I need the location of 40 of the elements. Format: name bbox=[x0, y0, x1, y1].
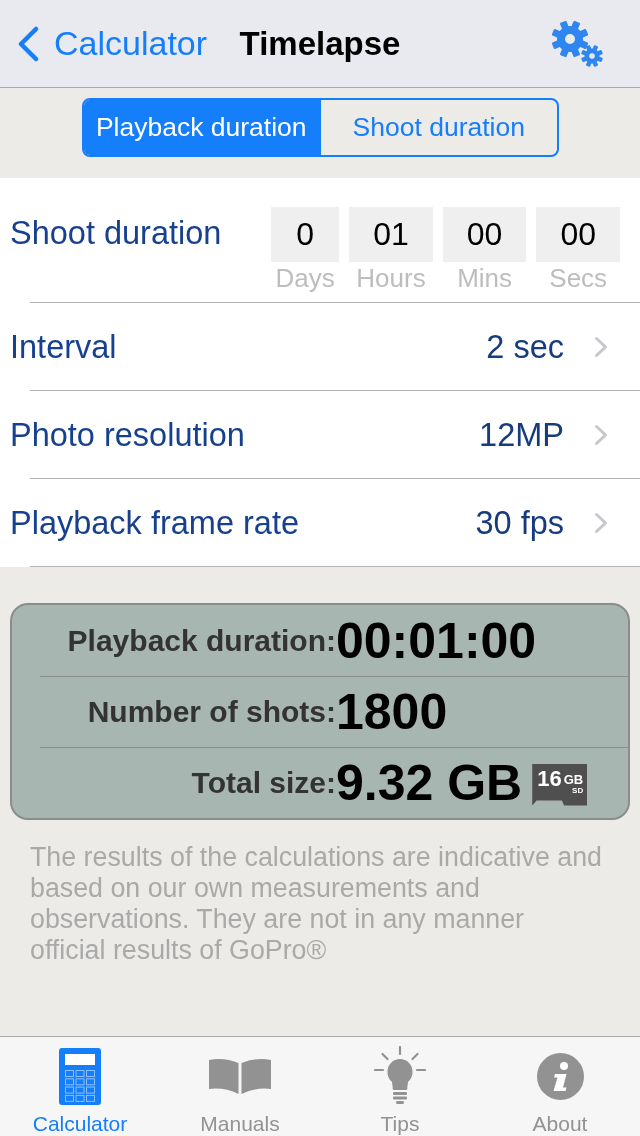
result-label: Playback duration: bbox=[66, 623, 336, 658]
chevron-right-icon bbox=[594, 424, 608, 446]
book-icon bbox=[209, 1058, 271, 1094]
nav-title: Timelapse bbox=[239, 24, 401, 63]
setting-value: 12MP bbox=[479, 416, 564, 454]
segment-tab[interactable]: Playback duration bbox=[83, 100, 319, 155]
result-label: Number of shots: bbox=[86, 694, 336, 729]
shoot-duration-label: Shoot duration bbox=[10, 214, 222, 252]
calculator-icon bbox=[59, 1047, 101, 1105]
setting-row[interactable]: Playback frame rate 30 fps bbox=[0, 479, 640, 567]
tab-bar-item[interactable]: Calculator bbox=[0, 1037, 160, 1136]
setting-row[interactable]: Photo resolution 12MP bbox=[0, 391, 640, 479]
setting-label: Playback frame rate bbox=[10, 504, 299, 542]
time-field[interactable]: 0 bbox=[271, 207, 340, 262]
setting-label: Interval bbox=[10, 328, 117, 366]
sd-card-format: SD bbox=[572, 785, 584, 795]
result-value: 1800 bbox=[336, 686, 448, 737]
lightbulb-icon bbox=[374, 1046, 426, 1106]
sd-card-unit: GB bbox=[563, 772, 584, 786]
setting-value: 2 sec bbox=[486, 328, 564, 366]
back-chevron-icon bbox=[16, 25, 40, 62]
settings-icon[interactable] bbox=[551, 19, 604, 68]
result-label: Total size: bbox=[190, 765, 336, 800]
disclaimer-text: The results of the calculations are indicative and based on our own measurements and observations. They are not in any manner official results of GoPro® bbox=[30, 842, 603, 966]
setting-label: Photo resolution bbox=[10, 416, 245, 454]
time-unit-label: Days bbox=[275, 264, 335, 292]
result-value: 00:01:00 bbox=[336, 615, 537, 666]
sd-card-capacity: 16 bbox=[537, 766, 562, 791]
time-field[interactable]: 00 bbox=[536, 207, 620, 262]
info-icon bbox=[536, 1052, 584, 1100]
setting-row[interactable]: Interval 2 sec bbox=[0, 303, 640, 391]
time-field[interactable]: 00 bbox=[442, 207, 527, 262]
chevron-right-icon bbox=[594, 512, 608, 534]
time-unit-label: Secs bbox=[549, 264, 608, 292]
setting-value: 30 fps bbox=[475, 504, 564, 542]
time-unit-label: Hours bbox=[356, 264, 426, 292]
time-field[interactable]: 01 bbox=[349, 207, 433, 262]
result-value: 9.32 GB bbox=[336, 757, 523, 808]
chevron-right-icon bbox=[594, 336, 608, 358]
time-unit-label: Mins bbox=[457, 264, 513, 292]
